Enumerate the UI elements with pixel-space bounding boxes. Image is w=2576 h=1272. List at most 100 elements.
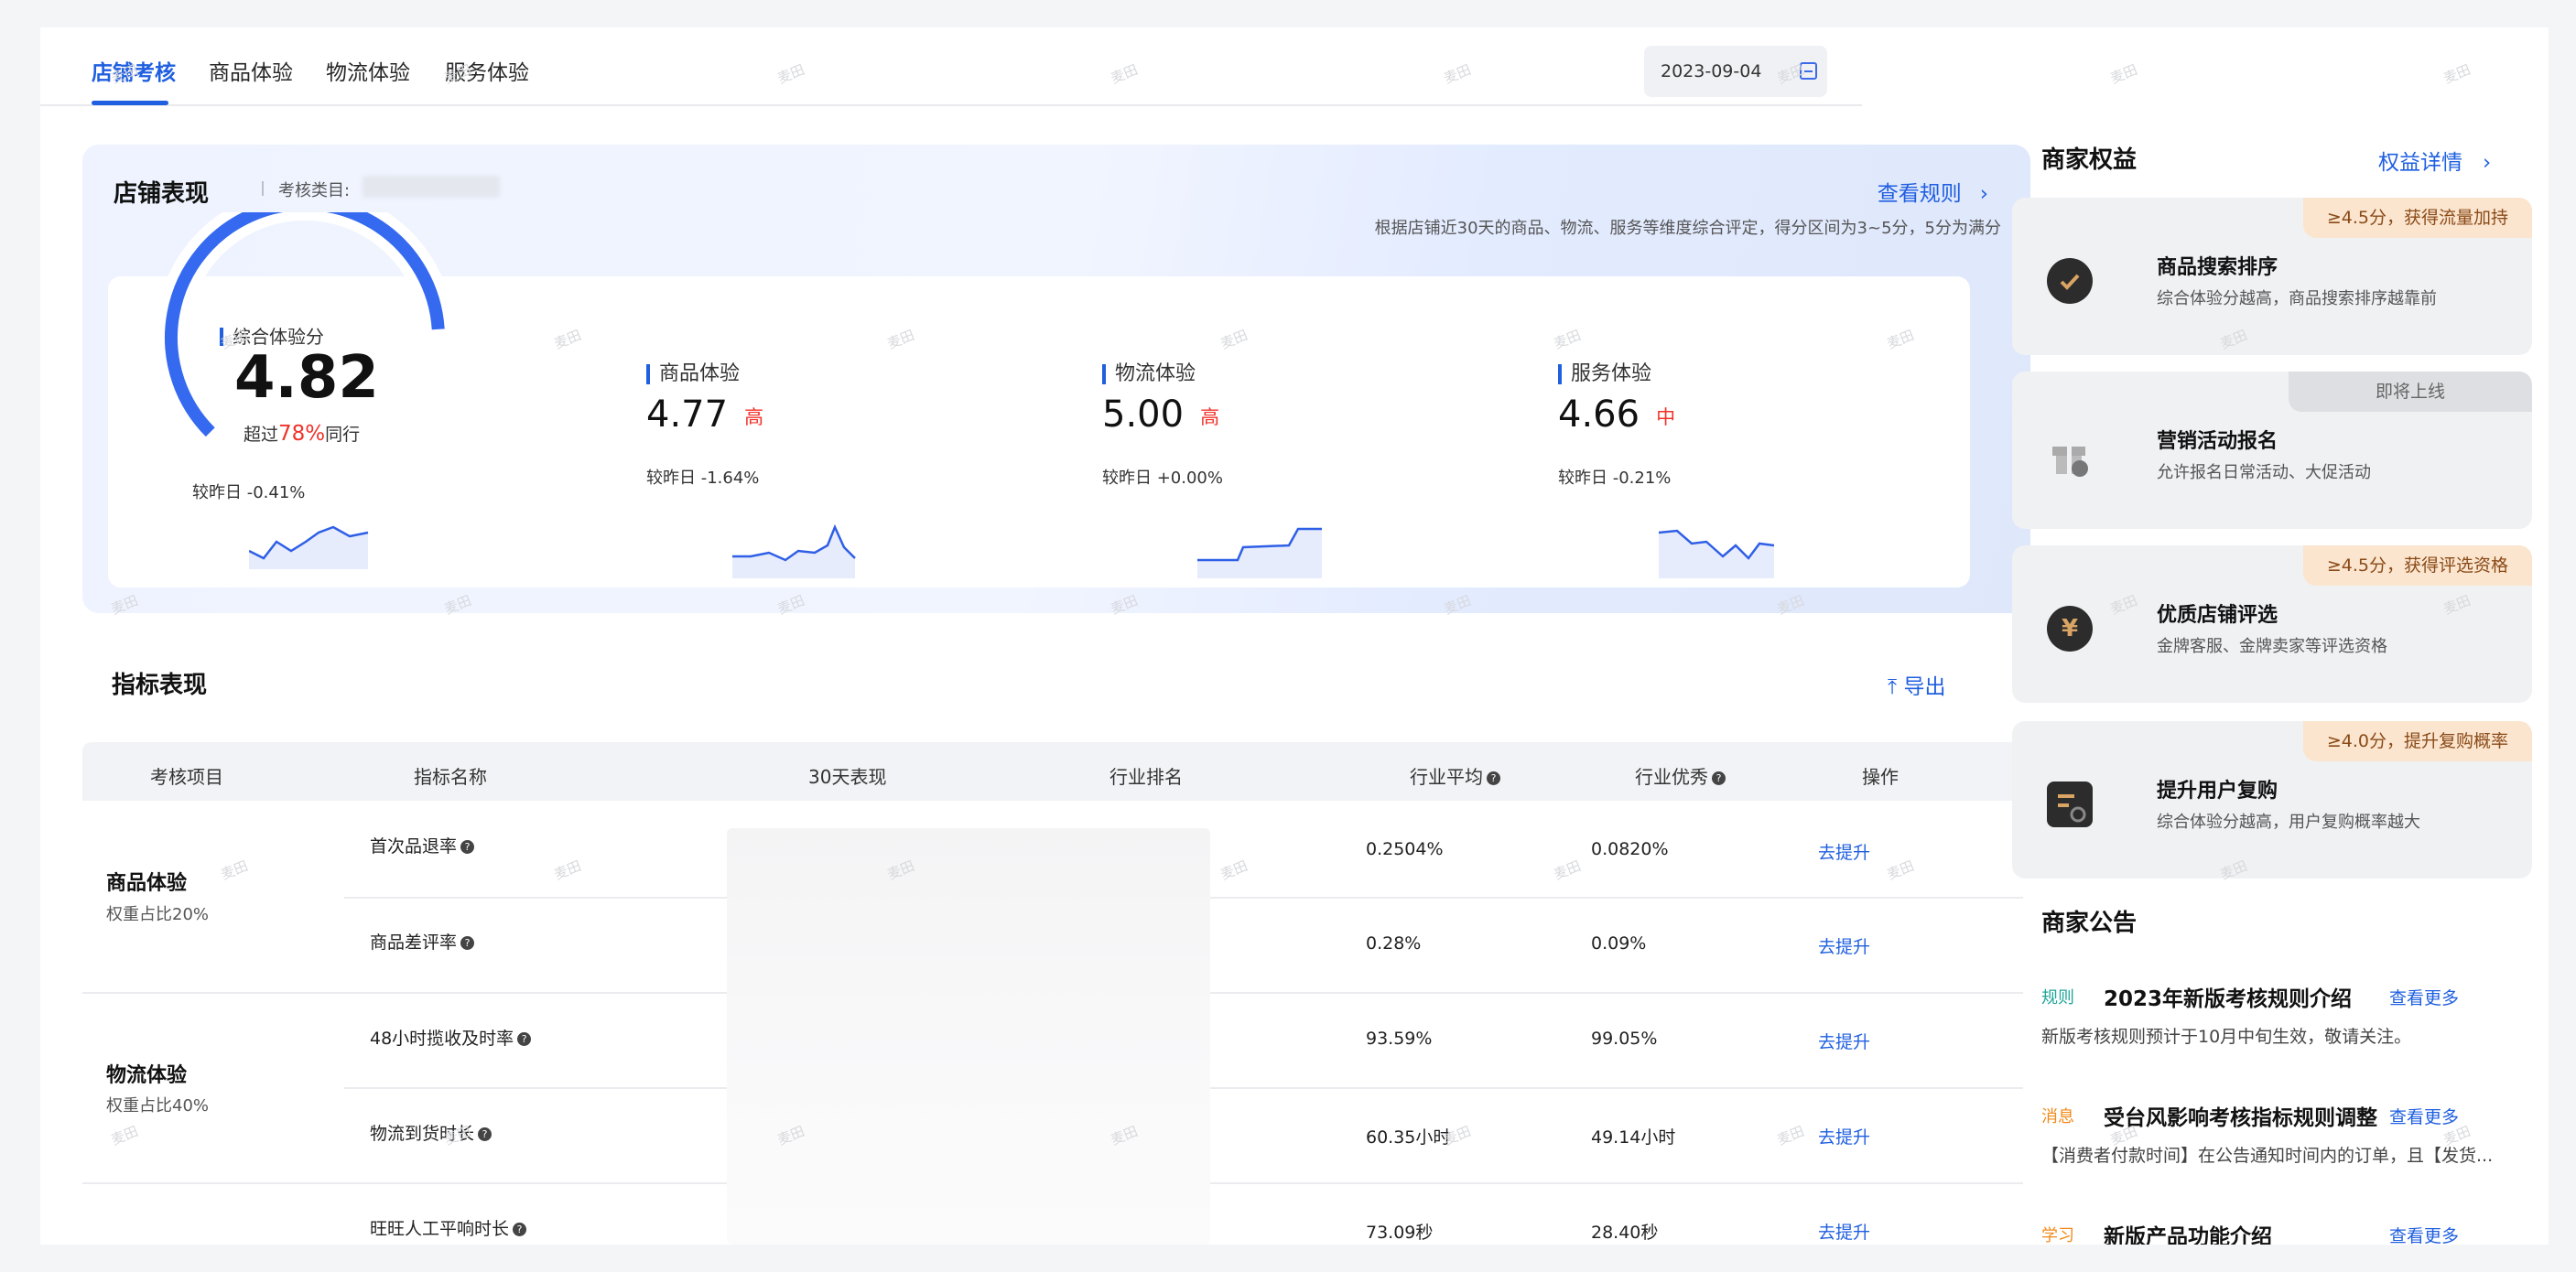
help-icon[interactable]: ? xyxy=(478,1127,492,1141)
view-rules-link[interactable]: 查看规则 › xyxy=(1878,176,1988,207)
help-icon[interactable]: ? xyxy=(513,1223,527,1236)
date-picker[interactable]: 2023-09-04 xyxy=(1644,46,1827,97)
col-header-30day: 30天表现 xyxy=(808,766,887,788)
yen-icon: ¥ xyxy=(2047,606,2093,652)
improve-link[interactable]: 去提升 xyxy=(1818,1029,1870,1053)
help-icon[interactable]: ? xyxy=(460,840,475,854)
metric-product: 商品体验 4.77 高 较昨日 -1.64% xyxy=(646,364,763,488)
benefits-detail-link[interactable]: 权益详情 › xyxy=(2378,145,2491,176)
benefit-desc: 综合体验分越高，用户复购概率越大 xyxy=(2157,813,2420,832)
announcement-tag: 学习 xyxy=(2041,1226,2074,1245)
help-icon[interactable]: ? xyxy=(1712,771,1726,785)
industry-avg: 93.59% xyxy=(1366,1029,1433,1049)
benefit-card[interactable]: ≥4.5分，获得评选资格 ¥ 优质店铺评选 金牌客服、金牌卖家等评选资格 xyxy=(2012,545,2532,703)
rank-percent: 78% xyxy=(278,422,326,446)
redacted-performance-area xyxy=(727,828,1210,1245)
improve-link[interactable]: 去提升 xyxy=(1818,933,1870,958)
announcement-tag: 消息 xyxy=(2041,1107,2074,1126)
announcement-more-link[interactable]: 查看更多 xyxy=(2389,985,2459,1009)
industry-avg: 60.35小时 xyxy=(1366,1127,1451,1148)
benefit-name: 营销活动报名 xyxy=(2157,430,2278,453)
overall-trend-sparkline xyxy=(249,525,369,569)
tab-service-experience[interactable]: 服务体验 xyxy=(445,55,529,86)
metric-level: 高 xyxy=(1200,406,1220,428)
benefit-desc: 综合体验分越高，商品搜索排序越靠前 xyxy=(2157,289,2437,308)
watermark-text: 麦田 xyxy=(2546,860,2549,881)
industry-excellent: 49.14小时 xyxy=(1591,1127,1676,1148)
watermark-text: 麦田 xyxy=(2546,329,2549,350)
chevron-right-icon: › xyxy=(1979,182,1988,206)
indicator-label: 首次品退率 xyxy=(370,836,458,857)
calendar-icon xyxy=(1800,62,1817,80)
category-weight: 权重占比40% xyxy=(106,1096,210,1116)
metric-label: 物流体验 xyxy=(1102,364,1219,384)
help-icon[interactable]: ? xyxy=(1487,771,1500,785)
benefits-detail-label: 权益详情 xyxy=(2378,151,2462,175)
rank-prefix: 超过 xyxy=(244,425,279,445)
improve-link[interactable]: 去提升 xyxy=(1818,839,1870,864)
badge-check-icon xyxy=(2047,258,2093,304)
watermark-text: 麦田 xyxy=(1551,857,1584,883)
industry-excellent: 28.40秒 xyxy=(1591,1223,1659,1243)
watermark-text: 麦田 xyxy=(2441,60,2473,87)
chevron-right-icon: › xyxy=(2483,151,2492,175)
tab-bar: 店铺考核 商品体验 物流体验 服务体验 2023-09-04 xyxy=(40,27,1862,106)
indicator-label: 旺旺人工平响时长 xyxy=(370,1219,510,1239)
metric-logistics: 物流体验 5.00 高 较昨日 +0.00% xyxy=(1102,364,1223,488)
col-header-industry-excellent: 行业优秀? xyxy=(1635,762,1726,789)
improve-link[interactable]: 去提升 xyxy=(1818,1219,1870,1244)
indicator-name: 旺旺人工平响时长? xyxy=(370,1215,527,1240)
tab-logistics-experience[interactable]: 物流体验 xyxy=(326,55,410,86)
date-value: 2023-09-04 xyxy=(1661,61,1762,81)
col-header-action: 操作 xyxy=(1862,766,1899,788)
benefit-desc: 金牌客服、金牌卖家等评选资格 xyxy=(2157,637,2387,656)
announcement-title: 新版产品功能介绍 xyxy=(2104,1225,2272,1245)
shop-performance-card: 店铺表现 考核类目: 查看规则 › 根据店铺近30天的商品、物流、服务等维度综合评… xyxy=(82,145,2030,613)
title-divider xyxy=(262,181,264,196)
category-name: 商品体验 xyxy=(106,872,188,895)
help-icon[interactable]: ? xyxy=(517,1032,532,1046)
benefit-card[interactable]: ≥4.0分，提升复购概率 提升用户复购 综合体验分越高，用户复购概率越大 xyxy=(2012,721,2532,879)
metric-score: 4.66 xyxy=(1558,393,1640,436)
benefit-card[interactable]: ≥4.5分，获得流量加持 商品搜索排序 综合体验分越高，商品搜索排序越靠前 xyxy=(2012,198,2532,355)
announcement-more-link[interactable]: 查看更多 xyxy=(2389,1104,2459,1128)
benefit-tag: ≥4.5分，获得流量加持 xyxy=(2302,198,2532,238)
watermark-text: 麦田 xyxy=(551,857,584,883)
announcement-more-link[interactable]: 查看更多 xyxy=(2389,1223,2459,1245)
metric-level: 中 xyxy=(1656,406,1676,428)
performance-description: 根据店铺近30天的商品、物流、服务等维度综合评定，得分区间为3~5分，5分为满分 xyxy=(1374,219,2001,238)
indicator-name: 商品差评率? xyxy=(370,929,475,954)
announcement-desc: 【消费者付款时间】在公告通知时间内的订单，且【发货... xyxy=(2041,1146,2494,1166)
watermark-text: 麦田 xyxy=(1218,857,1250,883)
category-name: 物流体验 xyxy=(106,1064,188,1087)
industry-avg: 73.09秒 xyxy=(1366,1223,1434,1243)
help-icon[interactable]: ? xyxy=(460,936,475,950)
export-button[interactable]: ⤒ 导出 xyxy=(1888,669,1945,700)
logistics-trend-sparkline xyxy=(1197,527,1322,578)
col-header-indicator: 指标名称 xyxy=(414,766,487,788)
col-header-item: 考核项目 xyxy=(150,766,223,788)
metric-score: 4.77 xyxy=(646,393,729,436)
benefit-tag: ≥4.5分，获得评选资格 xyxy=(2302,545,2532,586)
active-tab-indicator xyxy=(92,101,168,105)
indicators-title: 指标表现 xyxy=(112,672,208,699)
benefit-card[interactable]: 即将上线 营销活动报名 允许报名日常活动、大促活动 xyxy=(2012,372,2532,529)
indicator-label: 48小时揽收及时率 xyxy=(370,1029,514,1049)
tab-product-experience[interactable]: 商品体验 xyxy=(209,55,293,86)
improve-link[interactable]: 去提升 xyxy=(1818,1124,1870,1148)
indicator-name: 首次品退率? xyxy=(370,833,475,857)
product-trend-sparkline xyxy=(732,523,856,578)
export-label: 导出 xyxy=(1903,675,1946,699)
benefit-desc: 允许报名日常活动、大促活动 xyxy=(2157,463,2371,482)
metric-label: 商品体验 xyxy=(646,364,763,384)
indicator-name: 物流到货时长? xyxy=(370,1120,492,1145)
indicator-label: 物流到货时长 xyxy=(370,1124,475,1144)
benefit-name: 优质店铺评选 xyxy=(2157,604,2278,627)
tab-shop-assessment[interactable]: 店铺考核 xyxy=(92,55,176,86)
metric-delta: 较昨日 -1.64% xyxy=(646,469,760,488)
benefits-title: 商家权益 xyxy=(2041,146,2138,174)
category-label: 考核类目: xyxy=(278,181,351,200)
rank-suffix: 同行 xyxy=(325,425,361,445)
announcement-title: 2023年新版考核规则介绍 xyxy=(2104,987,2353,1011)
col-header-industry-avg: 行业平均? xyxy=(1410,762,1500,789)
